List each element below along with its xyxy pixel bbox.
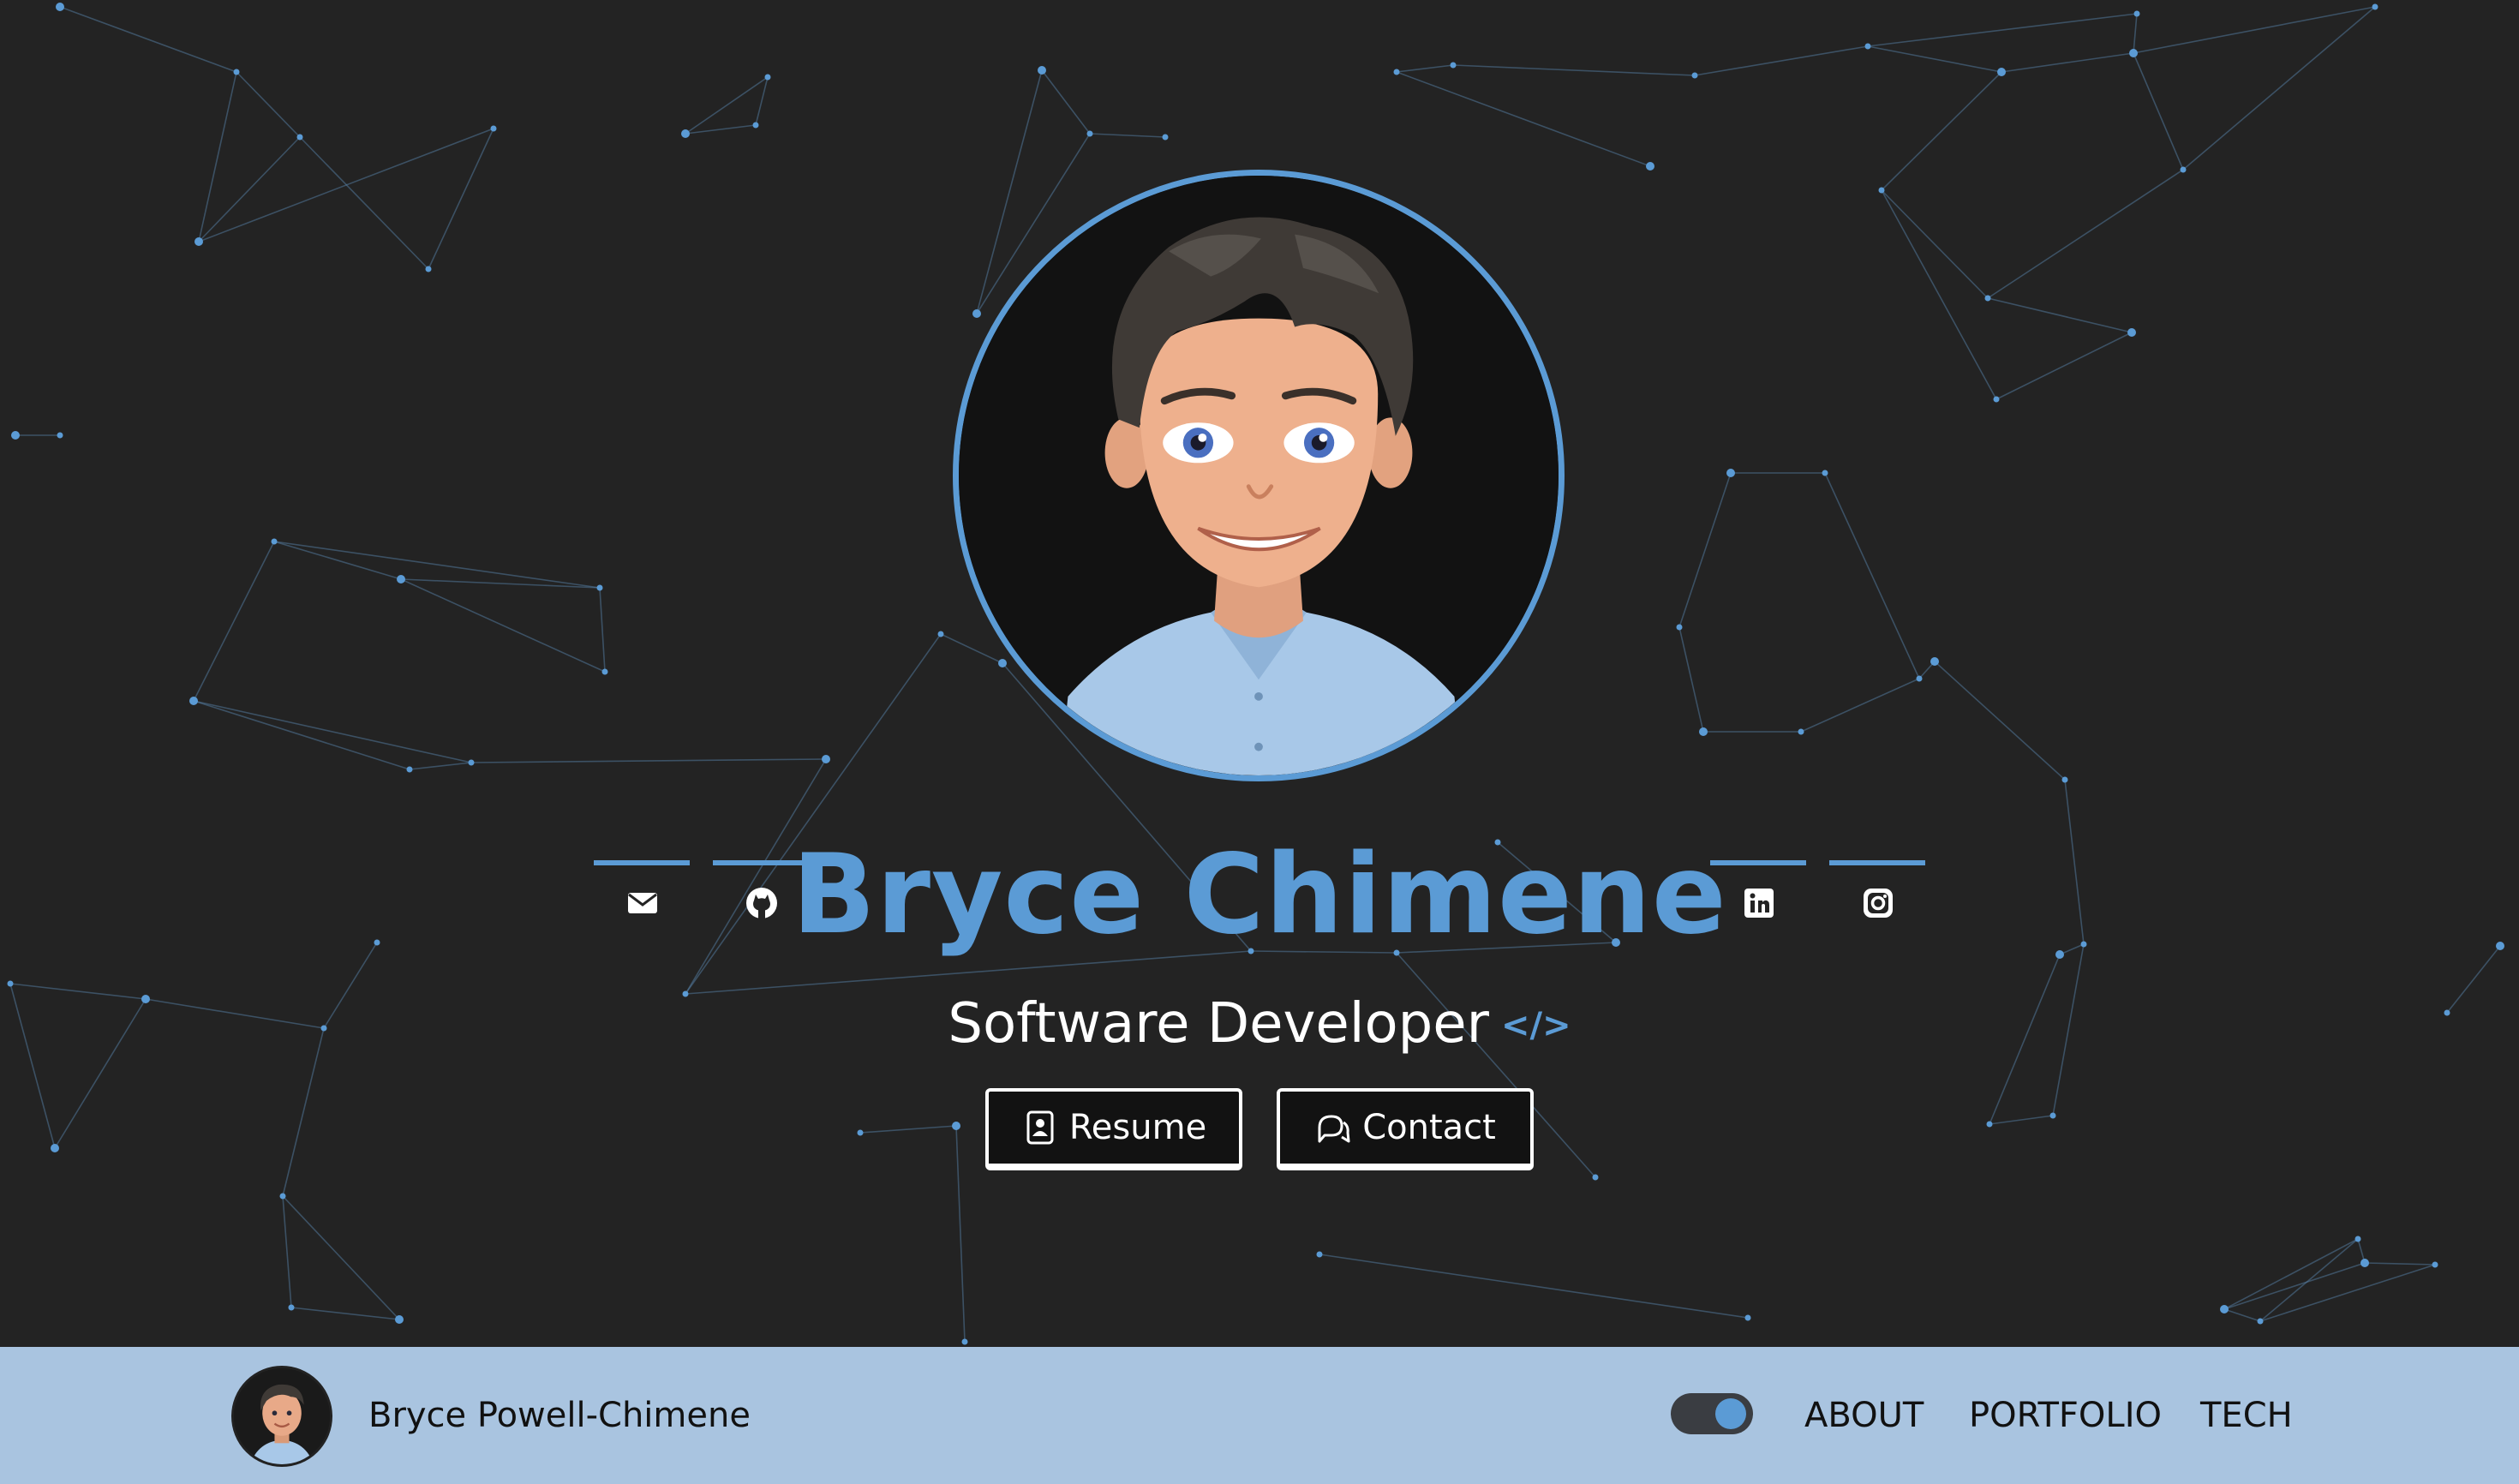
resume-icon xyxy=(1026,1110,1054,1145)
toggle-knob xyxy=(1715,1398,1746,1429)
contact-button-label: Contact xyxy=(1362,1108,1496,1147)
hero-section: Bryce Chimene Software Developer </> Resu… xyxy=(0,0,2519,1347)
code-symbol: </> xyxy=(1500,1006,1571,1045)
resume-button[interactable]: Resume xyxy=(985,1088,1242,1170)
nav-link-about[interactable]: ABOUT xyxy=(1804,1391,1924,1439)
hero-name: Bryce Chimene xyxy=(792,831,1727,959)
nav-avatar[interactable] xyxy=(231,1366,332,1467)
theme-toggle[interactable] xyxy=(1671,1393,1753,1434)
resume-button-label: Resume xyxy=(1068,1108,1207,1147)
hero-role: Software Developer </> xyxy=(0,987,2519,1062)
nav-link-tech[interactable]: TECH xyxy=(2200,1391,2293,1439)
contact-button[interactable]: Contact xyxy=(1277,1088,1534,1170)
chat-icon xyxy=(1318,1115,1350,1143)
profile-avatar xyxy=(953,170,1565,781)
bottom-navbar: Bryce Powell-Chimene ABOUT PORTFOLIO TEC… xyxy=(0,1347,2519,1484)
brand-name[interactable]: Bryce Powell-Chimene xyxy=(368,1391,751,1439)
role-text: Software Developer xyxy=(948,992,1489,1056)
nav-link-portfolio[interactable]: PORTFOLIO xyxy=(1969,1391,2162,1439)
